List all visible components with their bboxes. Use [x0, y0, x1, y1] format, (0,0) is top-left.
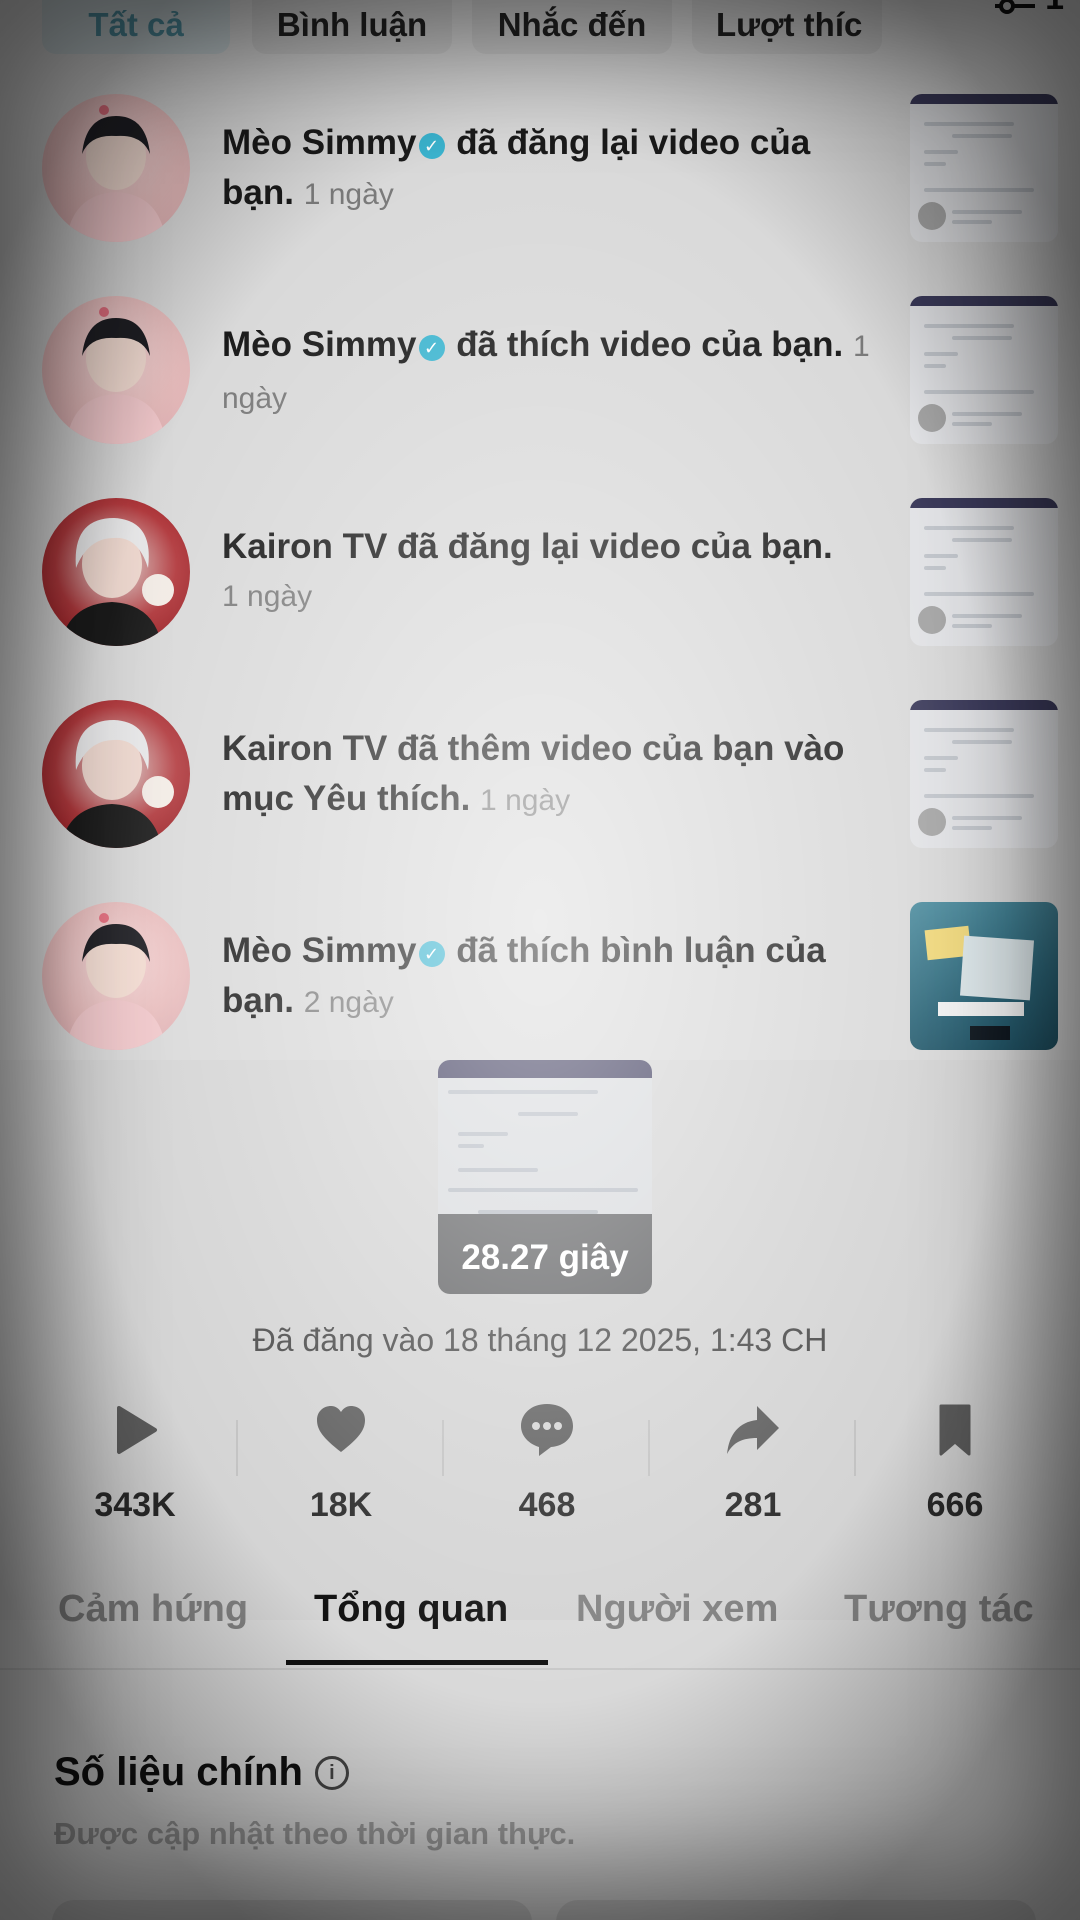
avatar[interactable] — [42, 700, 190, 848]
stat-shares: 281 — [650, 1400, 856, 1530]
divider — [0, 1668, 1080, 1670]
video-preview[interactable]: 28.27 giây — [438, 1060, 652, 1294]
actor-name[interactable]: Kairon TV — [222, 527, 387, 566]
comment-icon — [521, 1404, 573, 1456]
tab-overview[interactable]: Tổng quan — [314, 1588, 508, 1631]
notification-action: đã thích video của bạn. — [456, 325, 844, 364]
video-thumbnail[interactable] — [910, 94, 1058, 242]
notification-time: 1 ngày — [303, 178, 394, 211]
tab-viewers[interactable]: Người xem — [576, 1588, 778, 1631]
notification-text: Kairon TV đã thêm video của bạn vào mục … — [222, 724, 882, 826]
stat-likes: 18K — [238, 1400, 444, 1530]
filter-comments[interactable]: Bình luận — [252, 0, 452, 54]
stat-views: 343K — [32, 1400, 238, 1530]
share-icon — [727, 1406, 779, 1454]
notification-time: 1 ngày — [480, 784, 571, 817]
key-metrics-heading: Số liệu chính i — [54, 1750, 349, 1795]
user-portrait-icon — [60, 720, 174, 848]
tab-engagement[interactable]: Tương tác — [844, 1588, 1034, 1631]
notification-item[interactable]: Kairon TV đã đăng lại video của bạn. 1 n… — [0, 494, 1080, 654]
filter-likes[interactable]: Lượt thíc — [692, 0, 882, 54]
actor-name[interactable]: Mèo Simmy — [222, 325, 417, 364]
notification-item[interactable]: Mèo Simmy ✓ đã thích bình luận của bạn. 2… — [0, 898, 1080, 1058]
info-icon[interactable]: i — [314, 1755, 349, 1790]
stat-value: 281 — [724, 1486, 782, 1524]
notification-item[interactable]: Kairon TV đã thêm video của bạn vào mục … — [0, 696, 1080, 856]
section-title: Số liệu chính — [54, 1750, 303, 1794]
sliders-icon — [995, 0, 1036, 14]
actor-name[interactable]: Mèo Simmy — [222, 931, 417, 970]
notification-text: Mèo Simmy ✓ đã đăng lại video của bạn. 1 … — [222, 118, 882, 220]
filter-count: 1 — [1045, 0, 1064, 18]
video-thumbnail[interactable] — [910, 498, 1058, 646]
user-portrait-icon — [66, 913, 166, 1050]
metric-card[interactable] — [52, 1900, 532, 1920]
avatar[interactable] — [42, 94, 190, 242]
actor-name[interactable]: Kairon TV — [222, 729, 387, 768]
posted-date: Đã đăng vào 18 tháng 12 2025, 1:43 CH — [252, 1322, 828, 1358]
notification-item[interactable]: Mèo Simmy ✓ đã thích video của bạn. 1 ngà… — [0, 292, 1080, 452]
section-subtitle: Được cập nhật theo thời gian thực. — [54, 1816, 576, 1851]
notification-time: 1 ngày — [222, 580, 313, 613]
notification-text: Mèo Simmy ✓ đã thích bình luận của bạn. 2… — [222, 926, 882, 1028]
video-thumbnail[interactable] — [910, 700, 1058, 848]
avatar[interactable] — [42, 902, 190, 1050]
filter-mentions[interactable]: Nhắc đến — [472, 0, 672, 54]
filter-bar: Tất cả Bình luận Nhắc đến Lượt thíc 1 — [42, 0, 1080, 54]
notification-text: Kairon TV đã đăng lại video của bạn. 1 n… — [222, 522, 882, 622]
analytics-tabs: Cảm hứng Tổng quan Người xem Tương tác — [0, 1588, 1080, 1668]
notification-action: đã đăng lại video của bạn. — [397, 527, 833, 566]
tab-inspiration[interactable]: Cảm hứng — [58, 1588, 248, 1631]
user-portrait-icon — [60, 518, 174, 646]
play-icon — [117, 1406, 157, 1454]
verified-badge-icon: ✓ — [418, 133, 445, 159]
verified-badge-icon: ✓ — [418, 941, 445, 967]
actor-name[interactable]: Mèo Simmy — [222, 123, 417, 162]
active-tab-indicator — [286, 1660, 548, 1665]
video-thumbnail[interactable] — [910, 902, 1058, 1050]
video-thumbnail[interactable] — [910, 296, 1058, 444]
stat-value: 468 — [518, 1486, 576, 1524]
bookmark-icon — [939, 1404, 971, 1456]
user-portrait-icon — [66, 105, 166, 242]
heart-icon — [317, 1406, 365, 1452]
stat-value: 18K — [309, 1486, 373, 1524]
notifications-screen: Tất cả Bình luận Nhắc đến Lượt thíc 1 Mè… — [0, 0, 1080, 1920]
avatar[interactable] — [42, 498, 190, 646]
stat-saves: 666 — [852, 1400, 1058, 1530]
filter-all[interactable]: Tất cả — [42, 0, 230, 54]
avatar[interactable] — [42, 296, 190, 444]
notification-time: 2 ngày — [303, 986, 394, 1019]
video-stats: 343K 18K 468 281 666 — [0, 1400, 1080, 1530]
stat-comments: 468 — [444, 1400, 650, 1530]
stat-value: 343K — [94, 1486, 176, 1524]
video-duration: 28.27 giây — [461, 1238, 629, 1277]
filter-settings-button[interactable]: 1 — [991, 0, 1064, 18]
stat-value: 666 — [926, 1486, 984, 1524]
notification-text: Mèo Simmy ✓ đã thích video của bạn. 1 ngà… — [222, 320, 882, 424]
user-portrait-icon — [66, 307, 166, 444]
verified-badge-icon: ✓ — [418, 335, 445, 361]
metric-card[interactable] — [556, 1900, 1036, 1920]
notification-item[interactable]: Mèo Simmy ✓ đã đăng lại video của bạn. 1 … — [0, 90, 1080, 250]
